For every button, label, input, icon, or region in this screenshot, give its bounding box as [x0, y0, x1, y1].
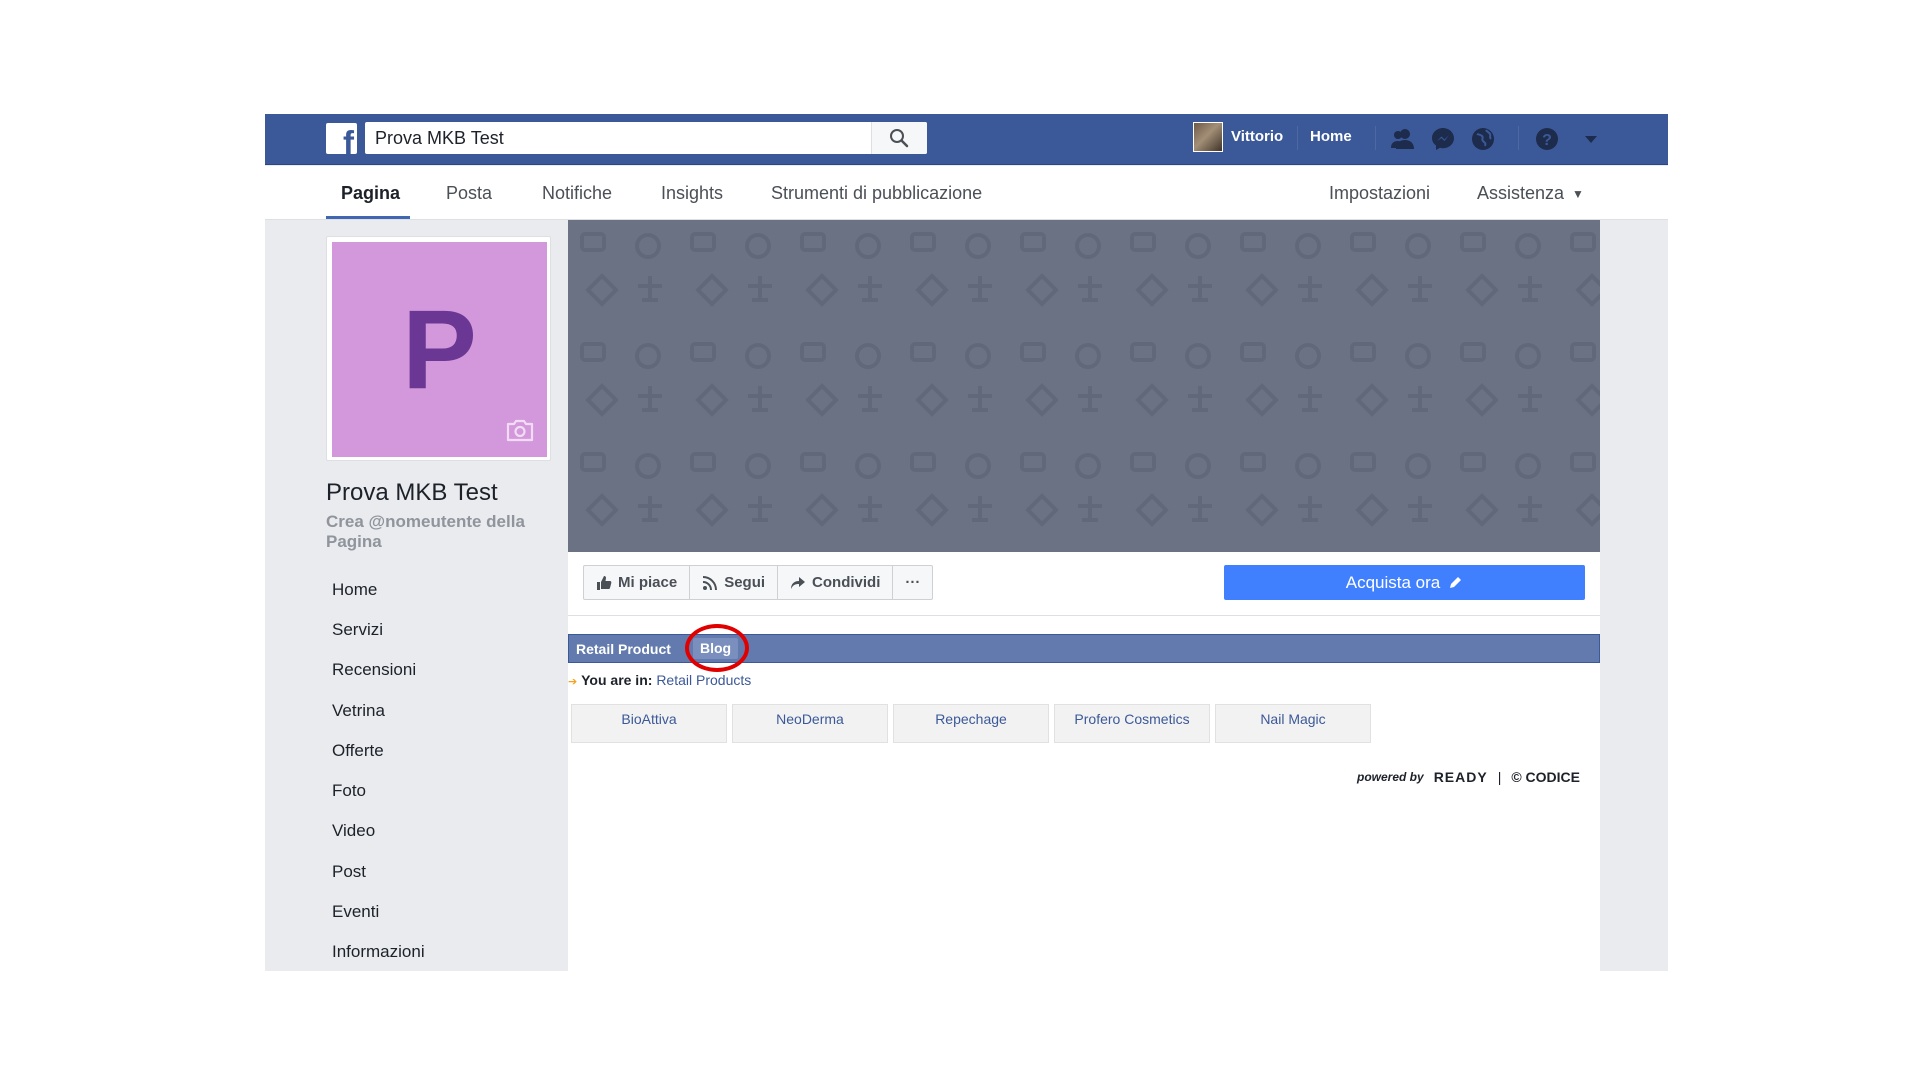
thumbs-up-icon: [597, 575, 612, 590]
dropdown-icon[interactable]: [1577, 125, 1605, 153]
facebook-logo-icon[interactable]: f: [326, 123, 357, 154]
sidebar-item-video[interactable]: Video: [332, 821, 375, 841]
rss-icon: [703, 575, 718, 590]
more-dots-icon: ···: [905, 574, 921, 591]
like-button[interactable]: Mi piace: [584, 566, 691, 599]
powered-by-footer: powered by READY | © CODICE: [1357, 769, 1580, 785]
profile-name-link[interactable]: Vittorio: [1231, 128, 1283, 145]
nav-retail-product[interactable]: Retail Product: [576, 641, 671, 657]
search-button[interactable]: [871, 122, 927, 154]
search-icon: [890, 129, 909, 148]
sidebar-item-foto[interactable]: Foto: [332, 781, 366, 801]
breadcrumb: ➔ You are in: Retail Products: [568, 672, 751, 688]
follow-button[interactable]: Segui: [690, 566, 779, 599]
powered-by-label: powered by: [1357, 770, 1424, 784]
pencil-icon[interactable]: [1448, 575, 1463, 590]
active-tab-indicator: [326, 216, 410, 219]
tab-assistenza[interactable]: Assistenza: [1477, 183, 1564, 204]
footer-separator: |: [1497, 769, 1502, 785]
app-nav-bar: Retail Product Blog: [568, 624, 1600, 672]
page-app-content: Retail Product Blog ➔ You are in: Retail…: [568, 616, 1600, 971]
sidebar-item-recensioni[interactable]: Recensioni: [332, 660, 416, 680]
top-bar: f Prova MKB Test Vittorio Home ?: [265, 114, 1668, 165]
sidebar-item-home[interactable]: Home: [332, 580, 377, 600]
brand-tile-neoderma[interactable]: NeoDerma: [732, 704, 888, 743]
share-button[interactable]: Condividi: [778, 566, 894, 599]
friends-icon[interactable]: [1389, 125, 1417, 153]
profile-letter: P: [402, 287, 477, 412]
brand-tile-nail-magic[interactable]: Nail Magic: [1215, 704, 1371, 743]
share-arrow-icon: [791, 576, 806, 589]
highlight-annotation: [685, 624, 749, 672]
more-options-button[interactable]: ···: [893, 566, 932, 599]
buy-now-button[interactable]: Acquista ora: [1224, 565, 1585, 600]
page-title[interactable]: Prova MKB Test: [326, 479, 498, 507]
action-button-group: Mi piace Segui Condividi ···: [583, 565, 934, 600]
help-icon[interactable]: ?: [1533, 125, 1561, 153]
breadcrumb-link[interactable]: Retail Products: [656, 672, 751, 688]
globe-icon[interactable]: [1469, 125, 1497, 153]
sidebar-item-informazioni[interactable]: Informazioni: [332, 942, 425, 962]
buy-now-label: Acquista ora: [1345, 572, 1441, 592]
page-action-bar: Mi piace Segui Condividi ··· Acquista or…: [568, 552, 1600, 616]
profile-picture[interactable]: P: [326, 236, 551, 461]
cover-photo[interactable]: [568, 220, 1600, 552]
brand-tile-repechage[interactable]: Repechage: [893, 704, 1049, 743]
follow-button-label: Segui: [724, 574, 766, 591]
tab-pagina[interactable]: Pagina: [341, 183, 400, 204]
create-username-link[interactable]: Crea @nomeutente della Pagina: [326, 512, 551, 552]
sidebar-item-offerte[interactable]: Offerte: [332, 741, 384, 761]
tab-notifiche[interactable]: Notifiche: [542, 183, 612, 204]
camera-icon[interactable]: [505, 418, 535, 442]
cover-pattern-decoration: [568, 220, 1600, 552]
brand-tile-bioattiva[interactable]: BioAttiva: [571, 704, 727, 743]
chevron-down-icon[interactable]: ▼: [1572, 187, 1584, 201]
sidebar-item-servizi[interactable]: Servizi: [332, 620, 383, 640]
sidebar-item-vetrina[interactable]: Vetrina: [332, 701, 385, 721]
messenger-icon[interactable]: [1429, 125, 1457, 153]
share-button-label: Condividi: [812, 574, 881, 591]
like-button-label: Mi piace: [618, 574, 678, 591]
sidebar-item-eventi[interactable]: Eventi: [332, 902, 379, 922]
home-link[interactable]: Home: [1310, 128, 1352, 145]
ready-logo: READY: [1433, 769, 1488, 785]
avatar[interactable]: [1193, 122, 1223, 152]
tab-posta[interactable]: Posta: [446, 183, 492, 204]
search-input[interactable]: Prova MKB Test: [365, 122, 927, 154]
tab-insights[interactable]: Insights: [661, 183, 723, 204]
breadcrumb-label: You are in:: [581, 672, 653, 688]
sidebar-item-post[interactable]: Post: [332, 862, 366, 882]
profile-picture-image: P: [332, 242, 547, 457]
divider: [1375, 126, 1376, 150]
facebook-page-window: f Prova MKB Test Vittorio Home ? Pagina …: [265, 114, 1668, 971]
search-input-value: Prova MKB Test: [375, 128, 504, 148]
page-admin-nav: Pagina Posta Notifiche Insights Strument…: [265, 166, 1668, 220]
divider: [1518, 126, 1519, 150]
arrow-icon: ➔: [568, 676, 578, 688]
divider: [1297, 126, 1298, 150]
brand-tile-profero-cosmetics[interactable]: Profero Cosmetics: [1054, 704, 1210, 743]
codice-logo: © CODICE: [1511, 769, 1580, 785]
tab-strumenti-pubblicazione[interactable]: Strumenti di pubblicazione: [771, 183, 982, 204]
tab-impostazioni[interactable]: Impostazioni: [1329, 183, 1430, 204]
svg-text:?: ?: [1542, 132, 1552, 149]
